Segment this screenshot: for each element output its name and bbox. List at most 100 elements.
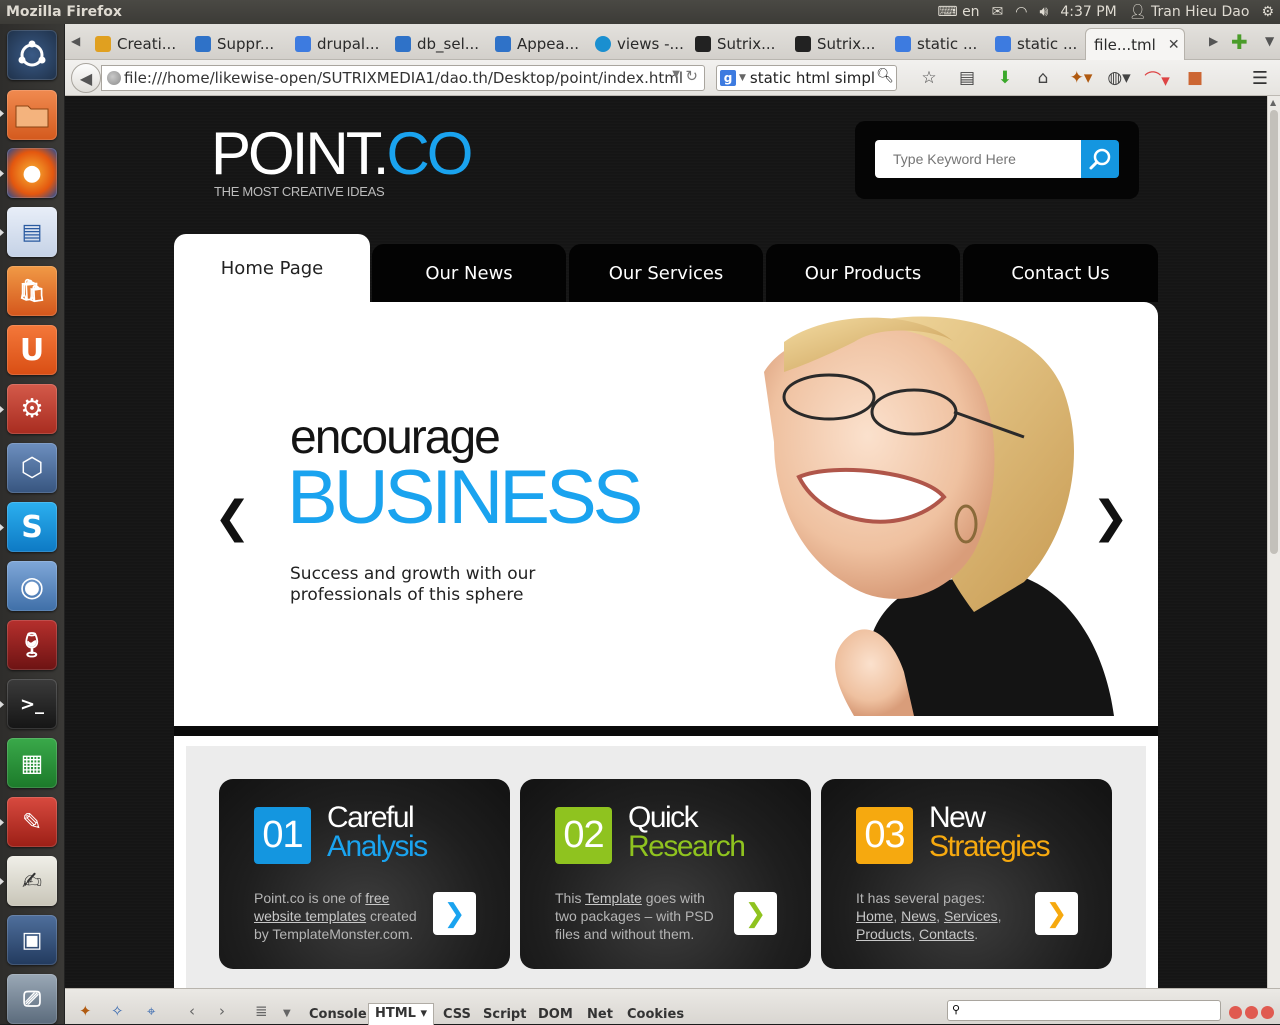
- firebug-close-icon[interactable]: [1261, 1006, 1274, 1019]
- addon-globe-icon[interactable]: ◍▾: [1100, 68, 1138, 88]
- browser-tab[interactable]: Sutrix...: [787, 28, 887, 60]
- browser-tab[interactable]: views -...: [587, 28, 687, 60]
- firebug-tab-cookies[interactable]: Cookies: [627, 1007, 684, 1022]
- running-indicator: [0, 524, 4, 531]
- search-magnifier-icon[interactable]: 🔍︎: [876, 68, 894, 84]
- history-forward-icon[interactable]: ›: [219, 1002, 225, 1020]
- firebug-tab-console[interactable]: Console: [309, 1007, 367, 1022]
- tab-list-dropdown-icon[interactable]: ▼: [1265, 34, 1274, 48]
- firefox-icon[interactable]: ●: [7, 148, 57, 198]
- new-tab-plus-icon[interactable]: ✚: [1231, 30, 1248, 54]
- inspect-element-pointer-icon[interactable]: ⌖: [147, 1002, 155, 1020]
- browser-tab[interactable]: db_sel...: [387, 28, 487, 60]
- browser-search-bar[interactable]: g ▼ static html simple 🔍︎: [716, 65, 897, 91]
- site-search-button[interactable]: [1081, 140, 1119, 178]
- calc-spreadsheet-icon[interactable]: ▦: [7, 738, 57, 788]
- page-scrollbar[interactable]: ▲: [1267, 96, 1280, 988]
- browser-tab[interactable]: static ...: [987, 28, 1085, 60]
- text-editor-icon[interactable]: ✍: [7, 856, 57, 906]
- home-link[interactable]: Home: [856, 908, 893, 924]
- writer-document-icon[interactable]: ▤: [7, 207, 57, 257]
- clock[interactable]: 4:37 PM: [1060, 4, 1116, 20]
- reload-icon[interactable]: ↻: [685, 67, 698, 85]
- firebug-bug-icon[interactable]: ✦: [79, 1002, 92, 1020]
- url-history-dropdown-icon[interactable]: ▼: [672, 69, 680, 80]
- keyboard-icon[interactable]: ⌨ en: [937, 4, 979, 20]
- back-arrow-icon[interactable]: ◀: [71, 63, 101, 93]
- products-link[interactable]: Products: [856, 926, 911, 942]
- firebug-search-input[interactable]: ⚲: [947, 1000, 1221, 1021]
- firebug-tab-script[interactable]: Script: [483, 1007, 526, 1022]
- tab-close-icon[interactable]: ✕: [1168, 37, 1180, 53]
- contacts-link[interactable]: Contacts: [919, 926, 974, 942]
- firebug-tab-html[interactable]: HTML ▾: [368, 1003, 435, 1025]
- browser-tab[interactable]: Sutrix...: [687, 28, 787, 60]
- feature-title: Quick: [628, 801, 699, 834]
- skype-icon[interactable]: S: [7, 502, 57, 552]
- tab-scroll-right-icon[interactable]: ▶: [1209, 34, 1218, 48]
- terminal-icon[interactable]: >_: [7, 679, 57, 729]
- feature-go-arrow-icon[interactable]: ❯: [433, 892, 476, 935]
- tab-scroll-left-icon[interactable]: ◀: [71, 34, 80, 48]
- template-link[interactable]: Template: [585, 890, 642, 906]
- scroll-up-arrow-icon[interactable]: ▲: [1270, 98, 1276, 107]
- feature-go-arrow-icon[interactable]: ❯: [1035, 892, 1078, 935]
- inspect-icon[interactable]: ✧: [111, 1002, 124, 1020]
- hamburger-menu-icon[interactable]: ☰: [1252, 68, 1268, 89]
- url-bar[interactable]: file:///home/likewise-open/SUTRIXMEDIA1/…: [101, 65, 705, 91]
- browser-tab[interactable]: Appea...: [487, 28, 587, 60]
- settings-gear-icon[interactable]: ⚙: [1261, 4, 1274, 20]
- firebug-tab-net[interactable]: Net: [587, 1007, 613, 1022]
- browser-tab-active[interactable]: file...tml ✕: [1085, 28, 1185, 60]
- firebug-minimize-icon[interactable]: [1229, 1006, 1242, 1019]
- browser-tab[interactable]: Creati...: [87, 28, 187, 60]
- panel-dropdown-icon[interactable]: ▼: [283, 1008, 291, 1019]
- tab-label: static ...: [917, 35, 978, 53]
- ubuntu-one-icon[interactable]: U: [7, 325, 57, 375]
- nav-our-products[interactable]: Our Products: [766, 244, 960, 302]
- firebug-icon[interactable]: ✦▾: [1062, 68, 1100, 88]
- google-engine-icon[interactable]: g: [720, 70, 736, 86]
- software-center-bag-icon[interactable]: 🛍︎: [7, 266, 57, 316]
- scrollbar-thumb[interactable]: [1270, 110, 1278, 554]
- nav-contact-us[interactable]: Contact Us: [963, 244, 1158, 302]
- news-link[interactable]: News: [901, 908, 936, 924]
- rainbow-addon-icon[interactable]: ⌒▾: [1138, 66, 1176, 91]
- firebug-tab-dom[interactable]: DOM: [538, 1007, 573, 1022]
- wine-glass-icon[interactable]: 🍷︎: [7, 620, 57, 670]
- site-logo[interactable]: POINT.CO: [211, 124, 473, 184]
- workspace-switcher-icon[interactable]: ▣: [7, 915, 57, 965]
- engine-dropdown-icon[interactable]: ▼: [739, 73, 746, 83]
- panel-list-icon[interactable]: ≣: [255, 1002, 268, 1020]
- volume-icon[interactable]: 🔊︎: [1040, 4, 1049, 20]
- files-folder-icon[interactable]: [7, 90, 57, 140]
- bookmark-star-icon[interactable]: ☆: [910, 68, 948, 88]
- downloads-arrow-icon[interactable]: ⬇: [986, 68, 1024, 88]
- nav-our-news[interactable]: Our News: [372, 244, 566, 302]
- services-link[interactable]: Services: [944, 908, 998, 924]
- addon-square-icon[interactable]: ■: [1176, 68, 1214, 88]
- wifi-icon[interactable]: ◠: [1015, 4, 1027, 20]
- slide-description: Success and growth with our professional…: [290, 564, 536, 605]
- browser-tab[interactable]: drupal...: [287, 28, 387, 60]
- pdf-viewer-icon[interactable]: ✎: [7, 797, 57, 847]
- chromium-icon[interactable]: ◉: [7, 561, 57, 611]
- home-icon[interactable]: ⌂: [1024, 68, 1062, 88]
- ubuntu-dash-icon[interactable]: [7, 30, 57, 80]
- nav-home-page[interactable]: Home Page: [174, 234, 370, 302]
- site-search-input[interactable]: [875, 140, 1082, 178]
- user-menu[interactable]: 👤︎ Tran Hieu Dao: [1129, 4, 1250, 20]
- browser-tab[interactable]: static ...: [887, 28, 987, 60]
- bookmarks-list-icon[interactable]: ▤: [948, 68, 986, 88]
- system-settings-icon[interactable]: ⚙: [7, 384, 57, 434]
- trash-icon[interactable]: ⎚: [7, 974, 57, 1024]
- feature-go-arrow-icon[interactable]: ❯: [734, 892, 777, 935]
- mail-icon[interactable]: ✉: [992, 4, 1004, 20]
- browser-tab[interactable]: Suppr...: [187, 28, 287, 60]
- firebug-tab-css[interactable]: CSS: [443, 1007, 471, 1022]
- slider-prev-arrow-icon[interactable]: ❮: [214, 492, 251, 543]
- history-back-icon[interactable]: ‹: [189, 1002, 195, 1020]
- workspace-cube-icon[interactable]: ⬡: [7, 443, 57, 493]
- nav-our-services[interactable]: Our Services: [569, 244, 763, 302]
- firebug-detach-icon[interactable]: [1245, 1006, 1258, 1019]
